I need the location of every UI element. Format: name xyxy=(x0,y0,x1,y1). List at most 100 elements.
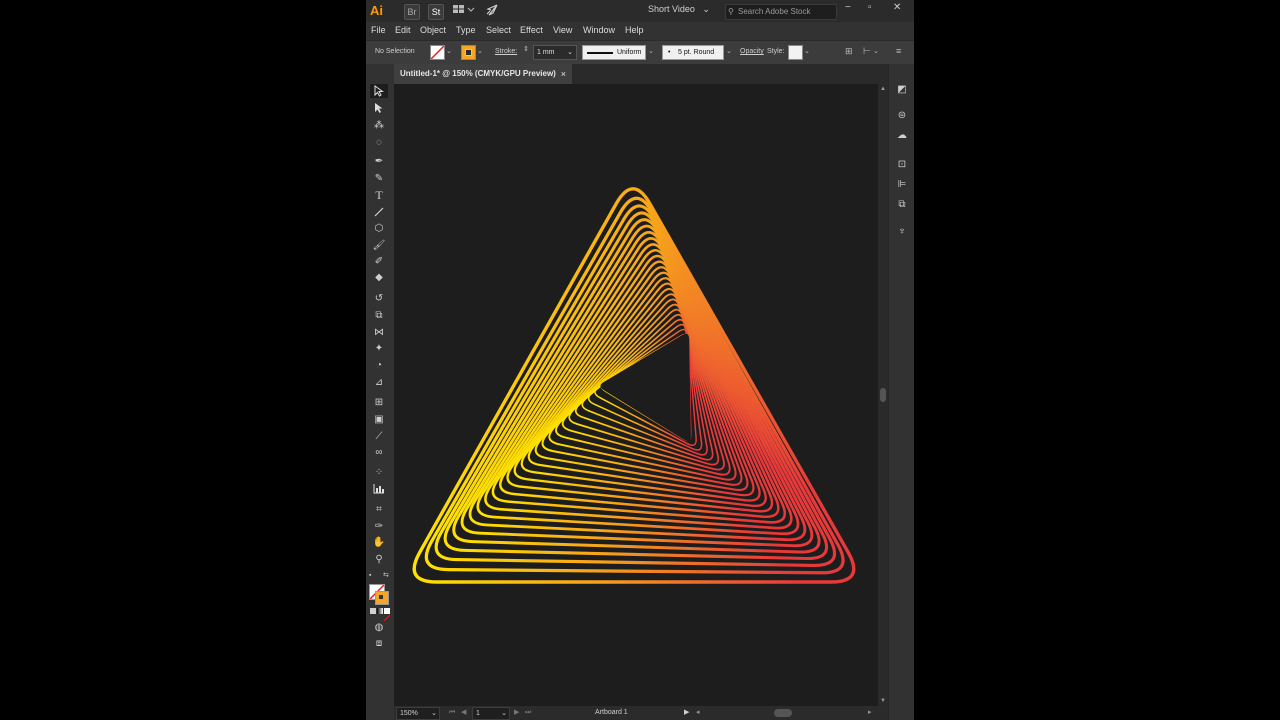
screen-mode-icon[interactable]: ⧈ xyxy=(370,636,388,650)
scroll-up-icon[interactable]: ▲ xyxy=(880,86,886,92)
hand-tool-icon[interactable]: ✋ xyxy=(370,535,388,549)
pen-tool-icon[interactable]: ✒ xyxy=(370,154,388,168)
menu-window[interactable]: Window xyxy=(583,25,615,35)
rocket-icon[interactable] xyxy=(484,4,500,18)
puppet-warp-icon[interactable]: ✦ xyxy=(370,341,388,355)
menu-effect[interactable]: Effect xyxy=(520,25,543,35)
curvature-tool-icon[interactable]: ✎ xyxy=(370,171,388,185)
first-artboard-icon[interactable]: ⏮ xyxy=(449,707,455,718)
artboard-tool-icon[interactable]: ⌗ xyxy=(370,502,388,516)
align-panel-icon[interactable]: ⊫ xyxy=(894,177,910,191)
eraser-icon[interactable]: ◆ xyxy=(370,270,388,284)
stepper-icon[interactable]: ⇕ xyxy=(523,45,529,53)
status-menu-icon[interactable]: ▶ xyxy=(684,707,689,718)
minimize-icon[interactable]: − xyxy=(845,2,851,13)
stock-search-field[interactable]: ⚲ Search Adobe Stock xyxy=(725,4,837,20)
chevron-down-icon[interactable]: ⌄ xyxy=(726,47,732,55)
last-artboard-icon[interactable]: ⏭ xyxy=(525,707,531,718)
menu-help[interactable]: Help xyxy=(625,25,644,35)
panel-menu-icon[interactable]: ≡ xyxy=(896,46,901,56)
horizontal-scroll-thumb[interactable] xyxy=(774,709,792,717)
opacity-label[interactable]: Opacity xyxy=(740,48,764,55)
document-tab[interactable]: Untitled-1* @ 150% (CMYK/GPU Preview) × xyxy=(394,64,572,84)
none-mode-icon[interactable] xyxy=(383,608,391,622)
paintbrush-icon[interactable]: 🖌 xyxy=(370,238,388,252)
cc-libraries-icon[interactable]: ☁ xyxy=(894,128,910,142)
brush-definition[interactable]: • 5 pt. Round xyxy=(662,45,724,60)
brush-label: 5 pt. Round xyxy=(678,49,715,56)
rotate-tool-icon[interactable]: ↺ xyxy=(370,291,388,305)
shaper-tool-icon[interactable]: ✐ xyxy=(370,254,388,268)
menu-view[interactable]: View xyxy=(553,25,572,35)
selection-tool-icon[interactable] xyxy=(370,84,388,98)
fill-swatch[interactable] xyxy=(430,45,445,60)
menu-select[interactable]: Select xyxy=(486,25,511,35)
color-mode-icon[interactable] xyxy=(370,608,376,614)
properties-panel-icon[interactable]: ◩ xyxy=(894,82,910,96)
zoom-tool-icon[interactable]: ⚲ xyxy=(370,552,388,566)
libraries-icon[interactable]: ⊜ xyxy=(894,108,910,122)
artboard-number-field[interactable]: 1 ⌄ xyxy=(472,707,510,720)
stroke-color-box[interactable] xyxy=(375,591,389,605)
workspace-label: Short Video xyxy=(648,4,695,14)
artboard-canvas[interactable] xyxy=(394,84,878,706)
shape-tool-icon[interactable]: ⬡ xyxy=(370,221,388,235)
workspace-switcher[interactable]: Short Video ⌄ xyxy=(648,4,710,15)
arrange-documents-icon[interactable] xyxy=(452,4,476,18)
close-window-icon[interactable]: ✕ xyxy=(893,2,901,13)
lasso-icon[interactable]: ◌ xyxy=(370,135,388,149)
stroke-swatch[interactable] xyxy=(461,45,476,60)
previous-artboard-icon[interactable]: ◀ xyxy=(461,707,466,718)
variable-width-profile[interactable]: Uniform xyxy=(582,45,646,60)
direct-selection-tool-icon[interactable] xyxy=(370,101,388,115)
graph-tool-icon[interactable] xyxy=(370,482,388,496)
drawing-modes-icon[interactable]: ◍ xyxy=(370,620,388,634)
pathfinder-panel-icon[interactable]: ⧉ xyxy=(894,197,910,211)
slice-tool-icon[interactable]: ✑ xyxy=(370,519,388,533)
gradient-tool-icon[interactable]: ▣ xyxy=(370,412,388,426)
perspective-grid-icon[interactable]: ⊿ xyxy=(370,375,388,389)
chevron-down-icon[interactable]: ⌄ xyxy=(648,47,654,55)
scale-tool-icon[interactable]: ⧉ xyxy=(370,308,388,322)
width-tool-icon[interactable]: ⋈ xyxy=(370,325,388,339)
magic-wand-icon[interactable]: ⁂ xyxy=(370,118,388,132)
swap-colors-icon[interactable]: ⇆ xyxy=(383,571,389,579)
spiral-rings xyxy=(412,187,856,584)
symbol-sprayer-icon[interactable]: ⁘ xyxy=(370,465,388,479)
chevron-down-icon[interactable]: ⌄ xyxy=(804,47,810,55)
graphic-style-swatch[interactable] xyxy=(788,45,803,60)
menu-edit[interactable]: Edit xyxy=(395,25,411,35)
line-tool-icon[interactable] xyxy=(370,205,388,219)
stock-button[interactable]: St xyxy=(428,4,444,20)
blend-tool-icon[interactable]: ∞ xyxy=(370,445,388,459)
transform-panel-icon[interactable]: ⊡ xyxy=(894,157,910,171)
default-colors-icon[interactable]: ▪ xyxy=(369,572,371,579)
maximize-icon[interactable]: ▫ xyxy=(868,2,872,13)
bridge-button[interactable]: Br xyxy=(404,4,420,20)
zoom-field[interactable]: 150% ⌄ xyxy=(396,707,440,720)
chevron-down-icon[interactable]: ⌄ xyxy=(446,47,452,55)
mesh-tool-icon[interactable]: ⊞ xyxy=(370,395,388,409)
gradient-mode-icon[interactable] xyxy=(377,608,383,614)
menu-type[interactable]: Type xyxy=(456,25,476,35)
scroll-left-icon[interactable]: ◂ xyxy=(696,707,700,718)
menu-object[interactable]: Object xyxy=(420,25,446,35)
scroll-down-icon[interactable]: ▼ xyxy=(880,698,886,704)
stroke-weight-field[interactable]: 1 mm ⌄ xyxy=(533,45,577,60)
chevron-down-icon[interactable]: ⌄ xyxy=(873,47,879,55)
stroke-label[interactable]: Stroke: xyxy=(495,48,517,55)
vertical-scrollbar[interactable]: ▲ ▼ xyxy=(878,84,888,706)
close-tab-icon[interactable]: × xyxy=(561,64,566,84)
eyedropper-icon[interactable]: ⟋ xyxy=(370,429,388,443)
next-artboard-icon[interactable]: ▶ xyxy=(514,707,519,718)
align-icon[interactable]: ⊞ xyxy=(845,46,853,57)
vertical-scroll-thumb[interactable] xyxy=(880,388,886,402)
transform-icon[interactable]: ⊢ xyxy=(863,46,871,57)
chevron-down-icon[interactable]: ⌄ xyxy=(477,47,483,55)
menu-file[interactable]: File xyxy=(371,25,386,35)
shape-builder-icon[interactable]: ◔ xyxy=(370,358,388,372)
scroll-right-icon[interactable]: ▸ xyxy=(868,707,872,718)
type-tool-icon[interactable]: T xyxy=(370,188,388,202)
illustrator-window: Ai Br St Short Video ⌄ ⚲ Search Adobe St… xyxy=(366,0,914,720)
puppet-panel-icon[interactable]: ♆ xyxy=(894,224,910,238)
